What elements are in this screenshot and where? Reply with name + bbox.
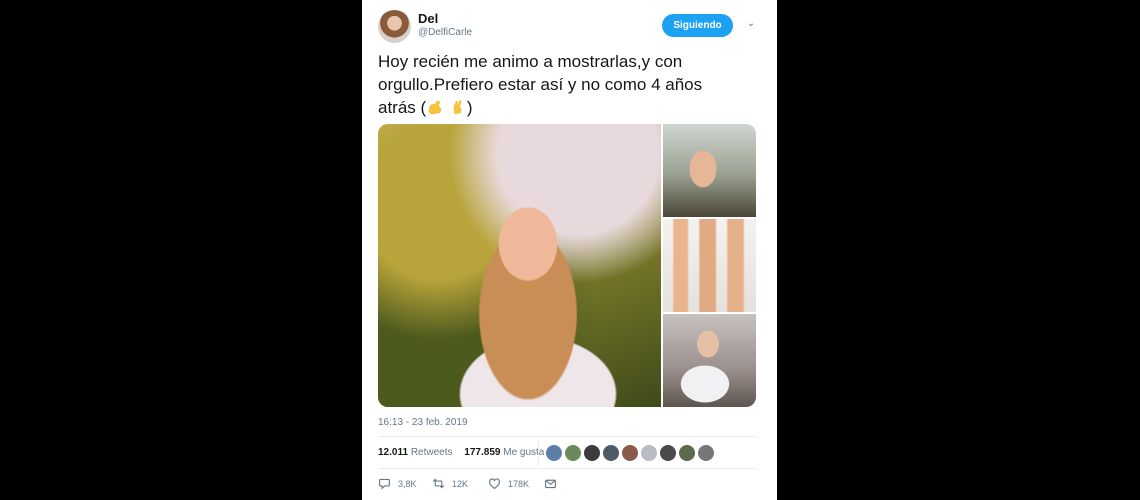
liker-avatar[interactable] — [603, 445, 619, 461]
liker-avatar[interactable] — [679, 445, 695, 461]
liker-avatar[interactable] — [546, 445, 562, 461]
divider — [378, 436, 756, 437]
reply-count: 3,8K — [398, 478, 417, 489]
liker-avatar[interactable] — [622, 445, 638, 461]
tweet-actions: 3,8K 12K 178K — [378, 477, 578, 493]
photo-side-2[interactable] — [663, 219, 756, 312]
divider — [538, 440, 539, 466]
envelope-icon — [545, 479, 556, 489]
crossed-fingers-icon — [453, 99, 462, 115]
photo-main[interactable] — [378, 124, 661, 407]
retweet-button[interactable]: 12K — [432, 477, 468, 490]
like-button[interactable]: 178K — [488, 477, 529, 490]
liker-avatar[interactable] — [584, 445, 600, 461]
retweets-label[interactable]: Retweets — [411, 447, 453, 458]
divider — [378, 468, 756, 469]
tweet-line: atrás ( — [378, 98, 427, 117]
liker-avatar[interactable] — [660, 445, 676, 461]
retweet-count: 12K — [452, 478, 469, 489]
liker-avatar[interactable] — [641, 445, 657, 461]
timestamp[interactable]: 16:13 - 23 feb. 2019 — [378, 417, 468, 428]
liker-avatar[interactable] — [698, 445, 714, 461]
reply-button[interactable]: 3,8K — [378, 477, 417, 490]
flexed-biceps-icon — [428, 100, 442, 115]
following-button[interactable]: Siguiendo — [662, 14, 733, 37]
liker-avatars — [546, 445, 714, 461]
retweets-count[interactable]: 12.011 — [378, 447, 408, 458]
heart-icon — [489, 478, 500, 490]
media-grid — [378, 124, 756, 407]
photo-side-1[interactable] — [663, 124, 756, 217]
reply-icon — [379, 478, 390, 490]
tweet-line: Hoy recién me animo a mostrarlas,y con — [378, 52, 683, 71]
retweet-icon — [432, 478, 445, 489]
direct-message-button[interactable] — [544, 477, 557, 490]
liker-avatar[interactable] — [565, 445, 581, 461]
photo-side-3[interactable] — [663, 314, 756, 407]
likes-count[interactable]: 177.859 — [464, 447, 500, 458]
like-count: 178K — [508, 478, 530, 489]
chevron-down-icon[interactable]: ⌄ — [745, 18, 757, 30]
tweet-text: Hoy recién me animo a mostrarlas,y con o… — [378, 50, 758, 119]
engagement-stats: 12.011 Retweets 177.859 Me gusta — [378, 447, 544, 458]
avatar[interactable] — [378, 10, 411, 43]
user-name[interactable]: Del — [418, 11, 438, 26]
tweet-line: ) — [466, 98, 473, 117]
user-handle[interactable]: @DelfiCarle — [418, 27, 472, 38]
tweet-card: Del @DelfiCarle Siguiendo ⌄ Hoy recién m… — [362, 0, 777, 500]
tweet-line: orgullo.Prefiero estar así y no como 4 a… — [378, 75, 703, 94]
